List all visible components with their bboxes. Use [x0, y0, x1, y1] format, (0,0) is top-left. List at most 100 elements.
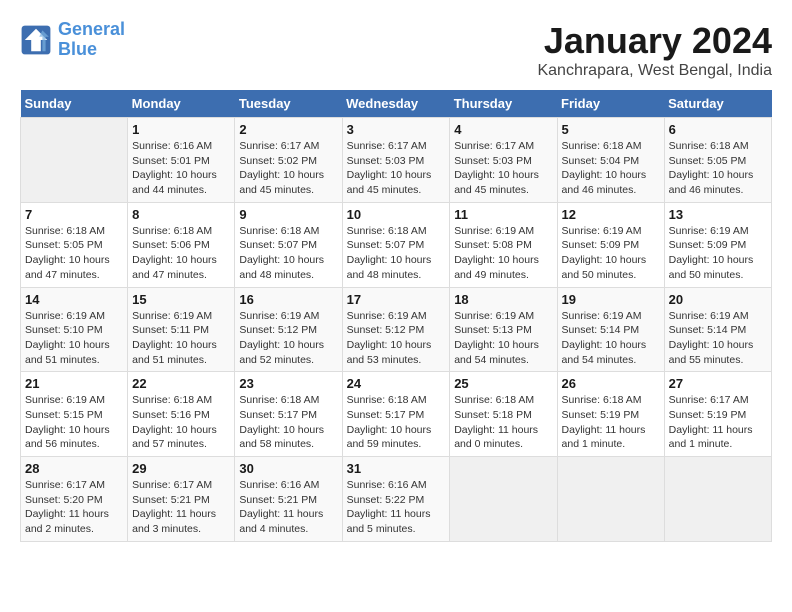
- calendar-cell: 26Sunrise: 6:18 AM Sunset: 5:19 PM Dayli…: [557, 372, 664, 457]
- calendar-cell: 3Sunrise: 6:17 AM Sunset: 5:03 PM Daylig…: [342, 118, 450, 203]
- day-number: 28: [25, 461, 123, 476]
- calendar-cell: 28 Sunrise: 6:17 AM Sunset: 5:20 PM Dayli…: [21, 457, 128, 542]
- day-number: 24: [347, 376, 446, 391]
- calendar-cell: 31 Sunrise: 6:16 AM Sunset: 5:22 PM Dayli…: [342, 457, 450, 542]
- day-info: Sunrise: 6:18 AM Sunset: 5:17 PM Dayligh…: [347, 393, 446, 452]
- day-info: Sunrise: 6:17 AM Sunset: 5:20 PM Dayligh…: [25, 478, 123, 537]
- header-saturday: Saturday: [664, 90, 771, 118]
- day-info: Sunrise: 6:18 AM Sunset: 5:04 PM Dayligh…: [562, 139, 660, 198]
- calendar-cell: 19 Sunrise: 6:19 AM Sunset: 5:14 PM Dayli…: [557, 287, 664, 372]
- calendar-cell: 22 Sunrise: 6:18 AM Sunset: 5:16 PM Dayli…: [128, 372, 235, 457]
- day-info: Sunrise: 6:19 AM Sunset: 5:12 PM Dayligh…: [347, 309, 446, 368]
- day-info: Sunrise: 6:18 AM Sunset: 5:07 PM Dayligh…: [239, 224, 337, 283]
- calendar-cell: 15Sunrise: 6:19 AM Sunset: 5:11 PM Dayli…: [128, 287, 235, 372]
- header-friday: Friday: [557, 90, 664, 118]
- day-info: Sunrise: 6:17 AM Sunset: 5:03 PM Dayligh…: [347, 139, 446, 198]
- day-number: 30: [239, 461, 337, 476]
- calendar-cell: 20 Sunrise: 6:19 AM Sunset: 5:14 PM Dayli…: [664, 287, 771, 372]
- calendar-cell: 8Sunrise: 6:18 AM Sunset: 5:06 PM Daylig…: [128, 202, 235, 287]
- calendar-cell: [450, 457, 557, 542]
- calendar-table: SundayMondayTuesdayWednesdayThursdayFrid…: [20, 90, 772, 542]
- calendar-cell: 6Sunrise: 6:18 AM Sunset: 5:05 PM Daylig…: [664, 118, 771, 203]
- header-wednesday: Wednesday: [342, 90, 450, 118]
- header-monday: Monday: [128, 90, 235, 118]
- day-number: 2: [239, 122, 337, 137]
- day-number: 14: [25, 292, 123, 307]
- calendar-cell: 25 Sunrise: 6:18 AM Sunset: 5:18 PM Dayli…: [450, 372, 557, 457]
- calendar-week-1: 1 Sunrise: 6:16 AM Sunset: 5:01 PM Daylig…: [21, 118, 772, 203]
- calendar-cell: 18 Sunrise: 6:19 AM Sunset: 5:13 PM Dayli…: [450, 287, 557, 372]
- day-number: 20: [669, 292, 767, 307]
- calendar-cell: 27 Sunrise: 6:17 AM Sunset: 5:19 PM Dayli…: [664, 372, 771, 457]
- calendar-cell: 24 Sunrise: 6:18 AM Sunset: 5:17 PM Dayli…: [342, 372, 450, 457]
- day-number: 5: [562, 122, 660, 137]
- main-title: January 2024: [537, 20, 772, 62]
- day-number: 23: [239, 376, 337, 391]
- calendar-cell: 10Sunrise: 6:18 AM Sunset: 5:07 PM Dayli…: [342, 202, 450, 287]
- day-number: 31: [347, 461, 446, 476]
- day-info: Sunrise: 6:19 AM Sunset: 5:09 PM Dayligh…: [562, 224, 660, 283]
- day-number: 27: [669, 376, 767, 391]
- calendar-cell: 14 Sunrise: 6:19 AM Sunset: 5:10 PM Dayli…: [21, 287, 128, 372]
- calendar-cell: 30 Sunrise: 6:16 AM Sunset: 5:21 PM Dayli…: [235, 457, 342, 542]
- day-info: Sunrise: 6:19 AM Sunset: 5:08 PM Dayligh…: [454, 224, 552, 283]
- day-info: Sunrise: 6:17 AM Sunset: 5:21 PM Dayligh…: [132, 478, 230, 537]
- calendar-cell: 12 Sunrise: 6:19 AM Sunset: 5:09 PM Dayli…: [557, 202, 664, 287]
- calendar-cell: 5 Sunrise: 6:18 AM Sunset: 5:04 PM Daylig…: [557, 118, 664, 203]
- calendar-cell: 23 Sunrise: 6:18 AM Sunset: 5:17 PM Dayli…: [235, 372, 342, 457]
- header-sunday: Sunday: [21, 90, 128, 118]
- header-tuesday: Tuesday: [235, 90, 342, 118]
- day-info: Sunrise: 6:17 AM Sunset: 5:19 PM Dayligh…: [669, 393, 767, 452]
- day-info: Sunrise: 6:16 AM Sunset: 5:01 PM Dayligh…: [132, 139, 230, 198]
- day-info: Sunrise: 6:19 AM Sunset: 5:14 PM Dayligh…: [669, 309, 767, 368]
- day-number: 1: [132, 122, 230, 137]
- day-info: Sunrise: 6:19 AM Sunset: 5:13 PM Dayligh…: [454, 309, 552, 368]
- day-number: 21: [25, 376, 123, 391]
- day-number: 29: [132, 461, 230, 476]
- day-number: 18: [454, 292, 552, 307]
- calendar-cell: 4Sunrise: 6:17 AM Sunset: 5:03 PM Daylig…: [450, 118, 557, 203]
- calendar-week-3: 14 Sunrise: 6:19 AM Sunset: 5:10 PM Dayli…: [21, 287, 772, 372]
- day-number: 25: [454, 376, 552, 391]
- day-number: 11: [454, 207, 552, 222]
- calendar-week-2: 7Sunrise: 6:18 AM Sunset: 5:05 PM Daylig…: [21, 202, 772, 287]
- subtitle: Kanchrapara, West Bengal, India: [537, 62, 772, 80]
- day-number: 13: [669, 207, 767, 222]
- calendar-week-4: 21Sunrise: 6:19 AM Sunset: 5:15 PM Dayli…: [21, 372, 772, 457]
- day-number: 15: [132, 292, 230, 307]
- day-info: Sunrise: 6:19 AM Sunset: 5:14 PM Dayligh…: [562, 309, 660, 368]
- logo: General Blue: [20, 20, 125, 60]
- calendar-header-row: SundayMondayTuesdayWednesdayThursdayFrid…: [21, 90, 772, 118]
- calendar-cell: [21, 118, 128, 203]
- header-thursday: Thursday: [450, 90, 557, 118]
- day-number: 22: [132, 376, 230, 391]
- calendar-cell: 11 Sunrise: 6:19 AM Sunset: 5:08 PM Dayli…: [450, 202, 557, 287]
- calendar-cell: 21Sunrise: 6:19 AM Sunset: 5:15 PM Dayli…: [21, 372, 128, 457]
- day-info: Sunrise: 6:18 AM Sunset: 5:17 PM Dayligh…: [239, 393, 337, 452]
- calendar-cell: 9 Sunrise: 6:18 AM Sunset: 5:07 PM Daylig…: [235, 202, 342, 287]
- page-header: General Blue January 2024 Kanchrapara, W…: [20, 20, 772, 80]
- calendar-cell: 1 Sunrise: 6:16 AM Sunset: 5:01 PM Daylig…: [128, 118, 235, 203]
- calendar-cell: 2 Sunrise: 6:17 AM Sunset: 5:02 PM Daylig…: [235, 118, 342, 203]
- day-info: Sunrise: 6:18 AM Sunset: 5:05 PM Dayligh…: [669, 139, 767, 198]
- day-info: Sunrise: 6:19 AM Sunset: 5:10 PM Dayligh…: [25, 309, 123, 368]
- day-info: Sunrise: 6:18 AM Sunset: 5:16 PM Dayligh…: [132, 393, 230, 452]
- day-number: 26: [562, 376, 660, 391]
- calendar-cell: 13Sunrise: 6:19 AM Sunset: 5:09 PM Dayli…: [664, 202, 771, 287]
- day-info: Sunrise: 6:17 AM Sunset: 5:02 PM Dayligh…: [239, 139, 337, 198]
- calendar-week-5: 28 Sunrise: 6:17 AM Sunset: 5:20 PM Dayli…: [21, 457, 772, 542]
- calendar-cell: 17Sunrise: 6:19 AM Sunset: 5:12 PM Dayli…: [342, 287, 450, 372]
- day-number: 12: [562, 207, 660, 222]
- day-info: Sunrise: 6:16 AM Sunset: 5:21 PM Dayligh…: [239, 478, 337, 537]
- day-info: Sunrise: 6:18 AM Sunset: 5:18 PM Dayligh…: [454, 393, 552, 452]
- day-number: 9: [239, 207, 337, 222]
- day-number: 19: [562, 292, 660, 307]
- calendar-cell: 16Sunrise: 6:19 AM Sunset: 5:12 PM Dayli…: [235, 287, 342, 372]
- day-info: Sunrise: 6:16 AM Sunset: 5:22 PM Dayligh…: [347, 478, 446, 537]
- calendar-cell: 29 Sunrise: 6:17 AM Sunset: 5:21 PM Dayli…: [128, 457, 235, 542]
- day-info: Sunrise: 6:17 AM Sunset: 5:03 PM Dayligh…: [454, 139, 552, 198]
- logo-text: General Blue: [58, 20, 125, 60]
- title-block: January 2024 Kanchrapara, West Bengal, I…: [537, 20, 772, 80]
- calendar-cell: [664, 457, 771, 542]
- calendar-cell: [557, 457, 664, 542]
